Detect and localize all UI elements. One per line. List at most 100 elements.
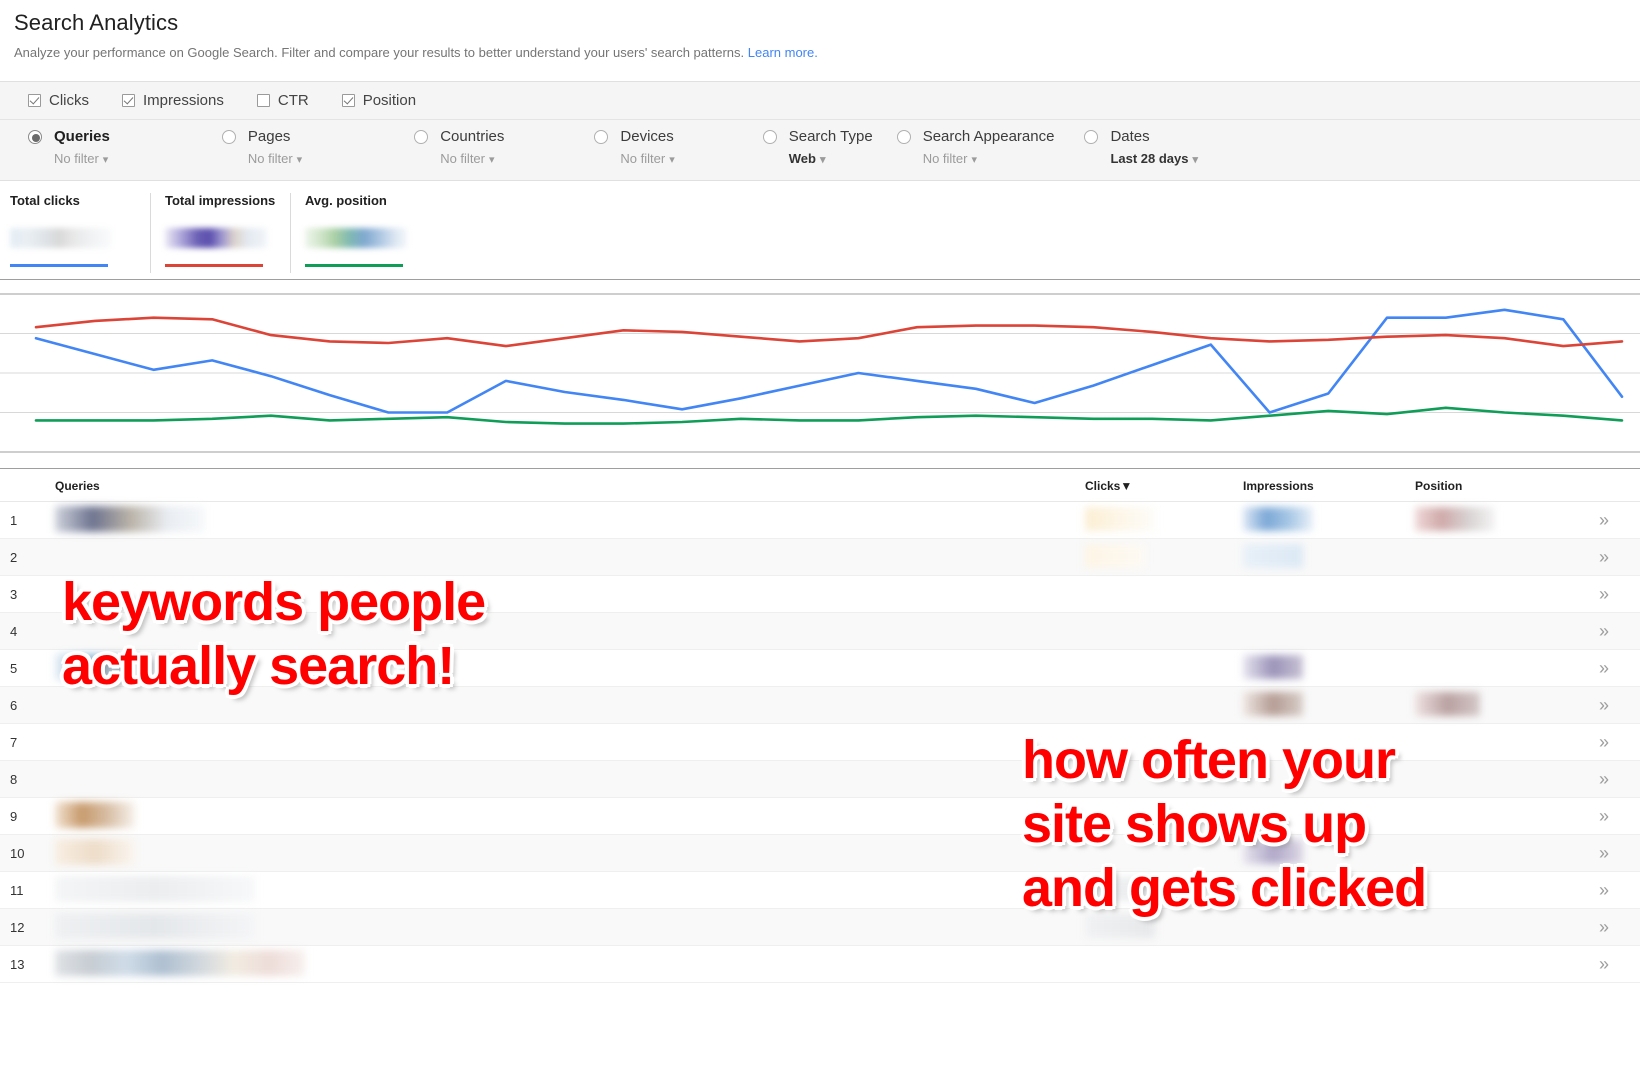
row-query[interactable]: [55, 649, 1085, 687]
double-chevron-right-icon[interactable]: »: [1599, 658, 1609, 678]
table-row[interactable]: 7»: [0, 723, 1640, 761]
table-row[interactable]: 5»: [0, 649, 1640, 687]
metric-checkbox-ctr[interactable]: CTR: [256, 92, 309, 109]
row-query[interactable]: [55, 908, 1085, 946]
row-expand-cell[interactable]: »: [1565, 649, 1640, 687]
row-expand-cell[interactable]: »: [1565, 797, 1640, 835]
dimension-filter-dropdown[interactable]: Web ▾: [789, 151, 873, 166]
column-header-clicks[interactable]: Clicks▼: [1085, 469, 1243, 502]
radio-button[interactable]: [762, 130, 777, 144]
radio-button[interactable]: [221, 130, 236, 144]
row-expand-cell[interactable]: »: [1565, 538, 1640, 576]
checkbox-box[interactable]: [341, 94, 355, 107]
double-chevron-right-icon[interactable]: »: [1599, 732, 1609, 752]
double-chevron-right-icon[interactable]: »: [1599, 880, 1609, 900]
dimension-queries[interactable]: Queries No filter ▾: [28, 128, 110, 166]
row-query[interactable]: [55, 686, 1085, 724]
dimension-label: Countries: [440, 128, 505, 145]
dimension-search-appearance[interactable]: Search Appearance No filter ▾: [896, 128, 1055, 166]
double-chevron-right-icon[interactable]: »: [1599, 584, 1609, 604]
dimension-countries[interactable]: Countries No filter ▾: [414, 128, 504, 166]
learn-more-link[interactable]: Learn more.: [748, 45, 818, 60]
column-header-queries[interactable]: Queries: [55, 469, 1085, 502]
row-position: [1415, 501, 1565, 539]
metric-checkbox-clicks[interactable]: Clicks: [28, 92, 89, 109]
row-expand-cell[interactable]: »: [1565, 834, 1640, 872]
column-header-impressions[interactable]: Impressions: [1243, 469, 1415, 502]
double-chevron-right-icon[interactable]: »: [1599, 695, 1609, 715]
row-expand-cell[interactable]: »: [1565, 871, 1640, 909]
dimension-dates[interactable]: Dates Last 28 days ▾: [1084, 128, 1198, 166]
table-row[interactable]: 3»: [0, 575, 1640, 613]
radio-button[interactable]: [896, 130, 911, 144]
double-chevron-right-icon[interactable]: »: [1599, 806, 1609, 826]
dimension-filter-dropdown[interactable]: No filter ▾: [620, 151, 674, 166]
table-row[interactable]: 4»: [0, 612, 1640, 650]
row-expand-cell[interactable]: »: [1565, 686, 1640, 724]
performance-chart[interactable]: [0, 279, 1640, 469]
double-chevron-right-icon[interactable]: »: [1599, 510, 1609, 530]
dimension-filter-dropdown[interactable]: No filter ▾: [440, 151, 504, 166]
dimension-filter-dropdown[interactable]: No filter ▾: [248, 151, 302, 166]
chevron-down-icon: ▾: [669, 154, 675, 166]
row-query[interactable]: [55, 871, 1085, 909]
row-query[interactable]: [55, 945, 1085, 983]
row-index: 12: [0, 908, 55, 946]
queries-table: Queries Clicks▼ Impressions Position 1» 2…: [0, 469, 1640, 983]
table-row[interactable]: 12 »: [0, 908, 1640, 946]
row-expand-cell[interactable]: »: [1565, 908, 1640, 946]
radio-button[interactable]: [594, 130, 609, 144]
table-row[interactable]: 2»: [0, 538, 1640, 576]
dimension-devices[interactable]: Devices No filter ▾: [594, 128, 675, 166]
row-expand-cell[interactable]: »: [1565, 612, 1640, 650]
double-chevron-right-icon[interactable]: »: [1599, 547, 1609, 567]
metric-checkbox-position[interactable]: Position: [341, 92, 416, 109]
radio-button[interactable]: [414, 130, 429, 144]
row-expand-cell[interactable]: »: [1565, 575, 1640, 613]
radio-button[interactable]: [28, 130, 42, 144]
row-query[interactable]: [55, 538, 1085, 576]
checkbox-box[interactable]: [28, 94, 41, 107]
double-chevron-right-icon[interactable]: »: [1599, 917, 1609, 937]
summary-card-avg-position[interactable]: Avg. position: [290, 193, 430, 273]
double-chevron-right-icon[interactable]: »: [1599, 621, 1609, 641]
row-expand-cell[interactable]: »: [1565, 760, 1640, 798]
row-index: 8: [0, 760, 55, 798]
checkbox-box[interactable]: [122, 94, 135, 107]
row-expand-cell[interactable]: »: [1565, 945, 1640, 983]
double-chevron-right-icon[interactable]: »: [1599, 843, 1609, 863]
row-position: [1415, 760, 1565, 798]
double-chevron-right-icon[interactable]: »: [1599, 769, 1609, 789]
table-row[interactable]: 9»: [0, 797, 1640, 835]
checkbox-box[interactable]: [256, 94, 270, 107]
dimension-pages[interactable]: Pages No filter ▾: [221, 128, 302, 166]
dimension-filter-dropdown[interactable]: No filter ▾: [54, 151, 110, 166]
table-row[interactable]: 6»: [0, 686, 1640, 724]
double-chevron-right-icon[interactable]: »: [1599, 954, 1609, 974]
row-clicks: [1085, 686, 1243, 724]
row-query[interactable]: [55, 723, 1085, 761]
summary-card-total-clicks[interactable]: Total clicks: [10, 193, 150, 273]
row-query[interactable]: [55, 612, 1085, 650]
row-query[interactable]: [55, 501, 1085, 539]
table-row[interactable]: 10 »: [0, 834, 1640, 872]
table-row[interactable]: 11 »: [0, 871, 1640, 909]
table-row[interactable]: 1»: [0, 501, 1640, 539]
row-impressions: [1243, 723, 1415, 761]
dimension-filter-dropdown[interactable]: No filter ▾: [923, 151, 1055, 166]
metric-checkbox-impressions[interactable]: Impressions: [122, 92, 224, 109]
row-query[interactable]: [55, 797, 1085, 835]
radio-button[interactable]: [1084, 130, 1099, 144]
summary-card-total-impressions[interactable]: Total impressions: [150, 193, 290, 273]
dimension-filter-dropdown[interactable]: Last 28 days ▾: [1110, 151, 1198, 166]
table-row[interactable]: 8»: [0, 760, 1640, 798]
row-expand-cell[interactable]: »: [1565, 501, 1640, 539]
row-query[interactable]: [55, 834, 1085, 872]
row-position: [1415, 538, 1565, 576]
row-expand-cell[interactable]: »: [1565, 723, 1640, 761]
column-header-position[interactable]: Position: [1415, 469, 1565, 502]
row-query[interactable]: [55, 575, 1085, 613]
dimension-search-type[interactable]: Search Type Web ▾: [762, 128, 873, 166]
table-row[interactable]: 13 »: [0, 945, 1640, 983]
row-query[interactable]: [55, 760, 1085, 798]
